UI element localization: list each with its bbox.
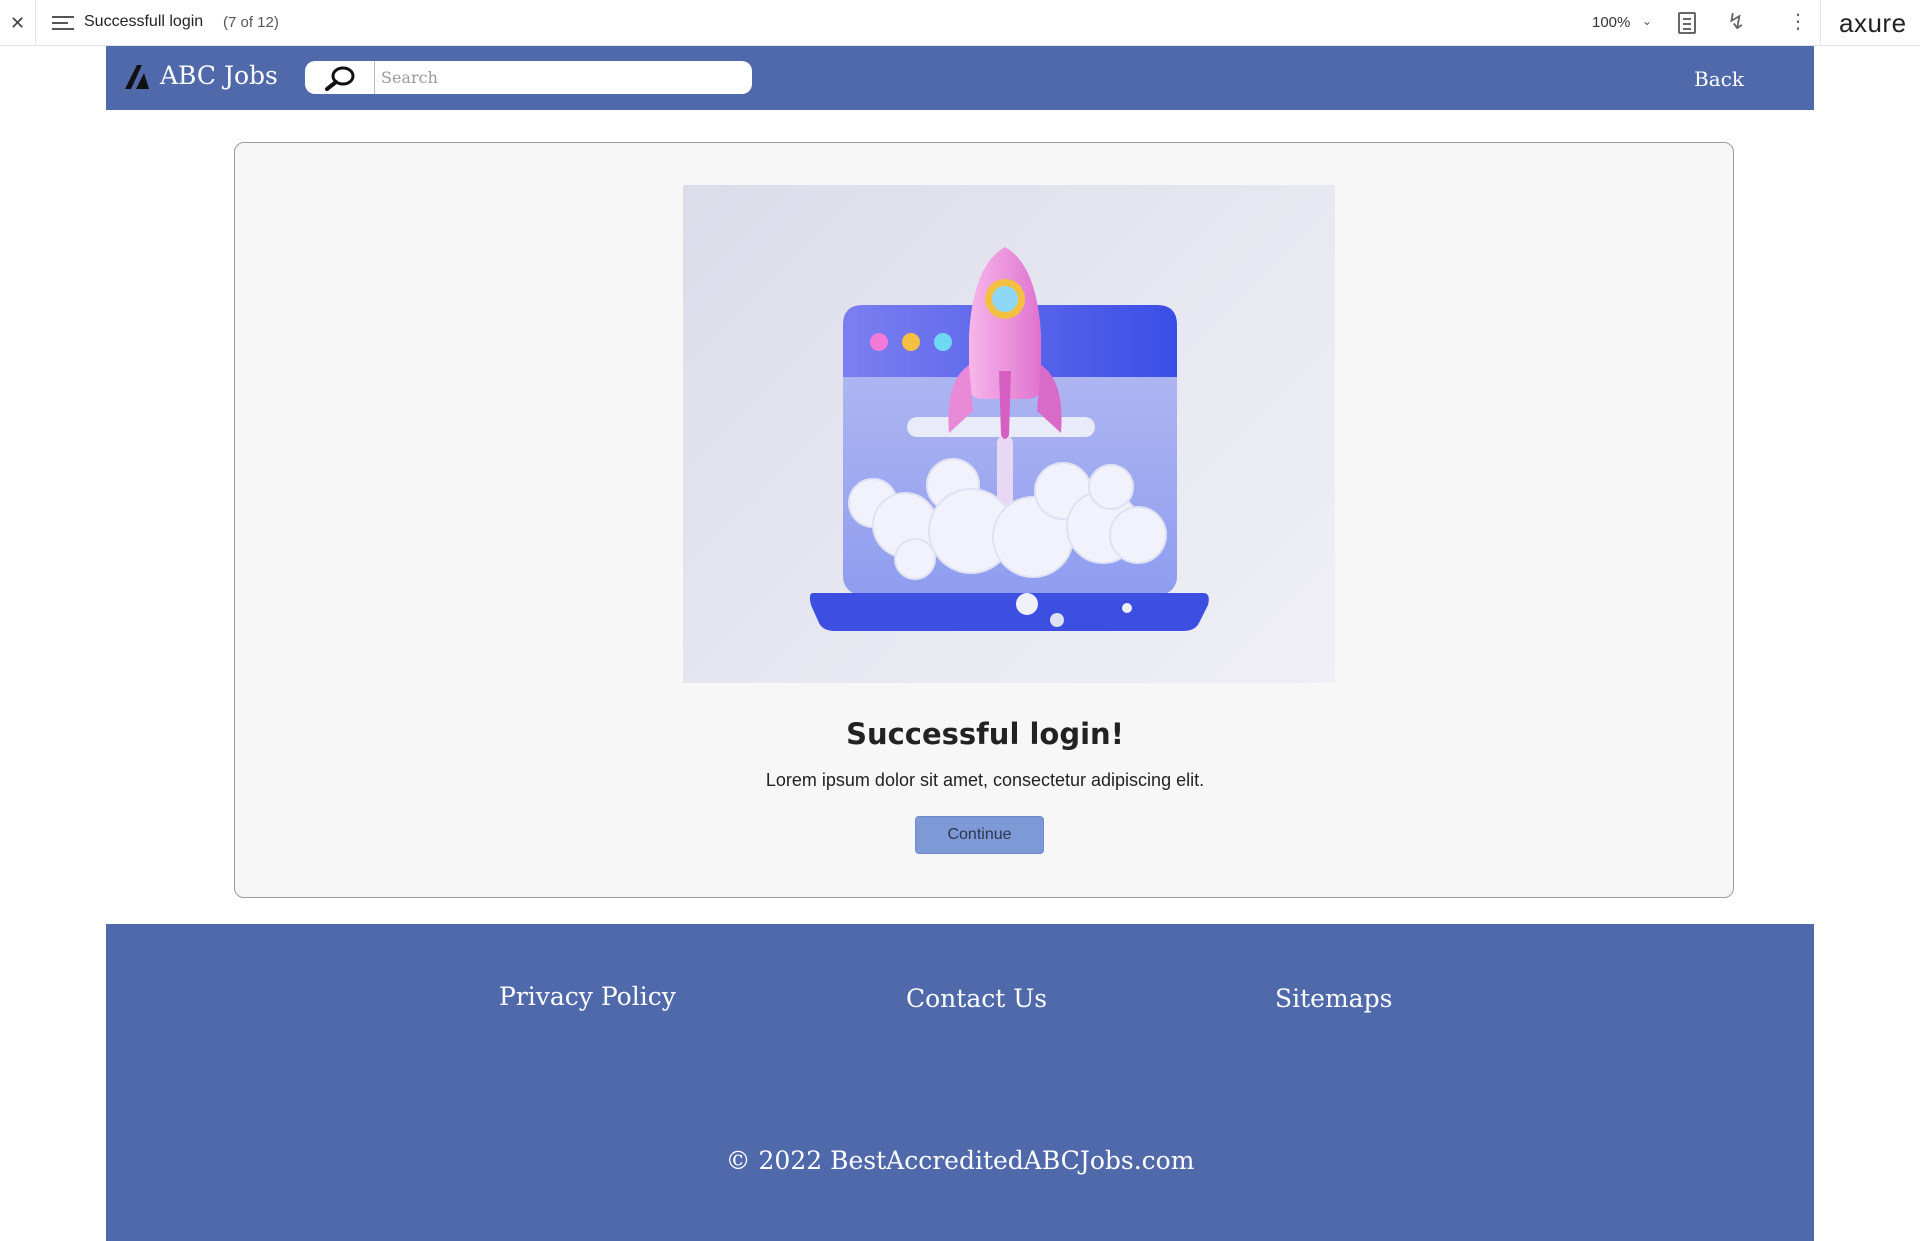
success-card: Successful login! Lorem ipsum dolor sit …	[234, 142, 1734, 898]
chevron-down-icon[interactable]: ⌄	[1642, 14, 1652, 28]
copyright-text: © 2022 BestAccreditedABCJobs.com	[725, 1146, 1195, 1175]
axure-logo-area: axure	[1820, 0, 1920, 46]
success-title: Successful login!	[846, 717, 1124, 751]
notes-icon[interactable]	[1678, 12, 1696, 34]
menu-icon[interactable]	[52, 13, 74, 33]
success-message: Lorem ipsum dolor sit amet, consectetur …	[765, 770, 1205, 790]
search-input[interactable]	[375, 61, 752, 94]
page-count: (7 of 12)	[223, 14, 279, 31]
more-icon[interactable]: ⋮	[1788, 12, 1808, 32]
brand-name[interactable]: ABC Jobs	[160, 61, 278, 90]
interactions-icon[interactable]: ↯	[1727, 9, 1745, 35]
rocket-launch-illustration	[683, 185, 1335, 683]
continue-button[interactable]: Continue	[915, 816, 1044, 854]
search-button[interactable]	[305, 61, 375, 94]
back-link[interactable]: Back	[1694, 67, 1744, 91]
page-title[interactable]: Successfull login	[84, 13, 203, 31]
site-header: ABC Jobs Back	[106, 46, 1814, 110]
axure-logo: axure	[1839, 8, 1907, 38]
rocket-illustration-graphic	[809, 247, 1209, 631]
site-footer: Privacy Policy Contact Us Sitemaps © 202…	[106, 924, 1814, 1241]
contact-us-link[interactable]: Contact Us	[906, 984, 1047, 1013]
axure-toolbar: ✕ Successfull login (7 of 12) 100% ⌄ ↯ ⋮…	[0, 0, 1920, 46]
brand-logo-icon	[125, 65, 149, 89]
zoom-level[interactable]: 100%	[1592, 14, 1630, 31]
close-icon[interactable]: ✕	[0, 0, 36, 46]
search-icon	[324, 66, 354, 91]
privacy-policy-link[interactable]: Privacy Policy	[499, 982, 676, 1011]
sitemaps-link[interactable]: Sitemaps	[1275, 984, 1392, 1013]
